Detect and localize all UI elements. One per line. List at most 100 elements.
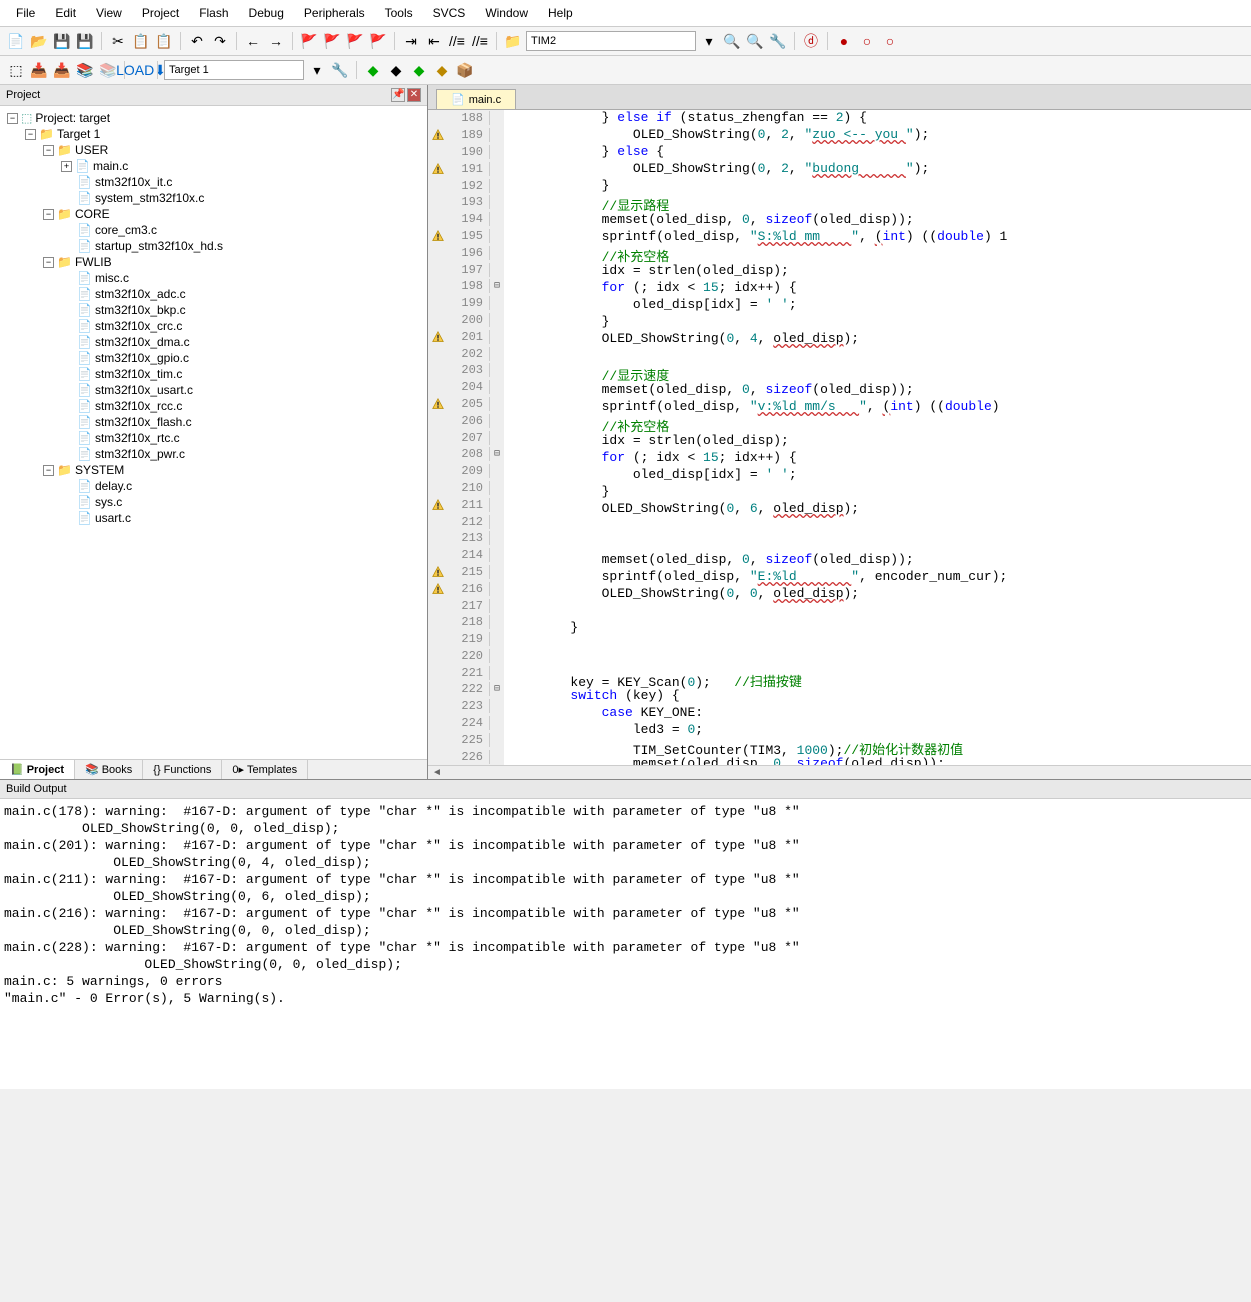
tree-file[interactable]: 📄 usart.c [4, 510, 423, 526]
tree-group-user[interactable]: −📁 USER [4, 142, 423, 158]
project-tree[interactable]: −⬚ Project: target−📁 Target 1−📁 USER+📄 m… [0, 106, 427, 759]
save-icon[interactable]: 💾 [52, 31, 72, 51]
code-line[interactable]: OLED_ShowString(0, 2, "zuo <-- you "); [508, 127, 1251, 144]
outdent-icon[interactable]: ⇤ [424, 31, 444, 51]
incremental-find-icon[interactable]: 🔍 [745, 31, 765, 51]
tree-file[interactable]: 📄 system_stm32f10x.c [4, 190, 423, 206]
code-line[interactable]: memset(oled_disp, 0, sizeof(oled_disp)); [508, 756, 1251, 765]
project-tab-books[interactable]: 📚Books [75, 760, 143, 779]
stop-build-icon[interactable]: 📚 [98, 60, 118, 80]
code-line[interactable]: //显示速度 [508, 365, 1251, 382]
code-line[interactable]: led3 = 0; [508, 722, 1251, 739]
gutter-marker[interactable] [428, 566, 448, 578]
tree-file[interactable]: 📄 sys.c [4, 494, 423, 510]
gutter-marker[interactable] [428, 583, 448, 595]
select-packs-icon[interactable]: ◆ [386, 60, 406, 80]
tree-toggle-icon[interactable]: − [43, 257, 54, 268]
find-input[interactable] [526, 31, 696, 51]
menu-tools[interactable]: Tools [377, 4, 421, 22]
gutter-marker[interactable] [428, 499, 448, 511]
code-line[interactable]: OLED_ShowString(0, 2, "budong "); [508, 161, 1251, 178]
code-line[interactable]: sprintf(oled_disp, "E:%ld ", encoder_num… [508, 569, 1251, 586]
tree-file[interactable]: 📄 stm32f10x_bkp.c [4, 302, 423, 318]
code-line[interactable]: //补充空格 [508, 246, 1251, 263]
fold-icon[interactable]: ⊟ [490, 683, 504, 695]
tree-group-core[interactable]: −📁 CORE [4, 206, 423, 222]
code-line[interactable]: key = KEY_Scan(0); //扫描按键 [508, 671, 1251, 688]
tree-toggle-icon[interactable]: − [43, 209, 54, 220]
gutter-marker[interactable] [428, 230, 448, 242]
code-line[interactable]: TIM_SetCounter(TIM3, 1000);//初始化计数器初值 [508, 739, 1251, 756]
tree-file[interactable]: 📄 core_cm3.c [4, 222, 423, 238]
code-line[interactable]: for (; idx < 15; idx++) { [508, 280, 1251, 297]
menu-svcs[interactable]: SVCS [425, 4, 474, 22]
editor-hscroll[interactable]: ◄ [428, 765, 1251, 779]
save-all-icon[interactable]: 💾 [75, 31, 95, 51]
tree-toggle-icon[interactable]: − [7, 113, 18, 124]
code-editor[interactable]: 188189190191192193194195196197198⊟199200… [428, 110, 1251, 765]
tree-file[interactable]: 📄 stm32f10x_usart.c [4, 382, 423, 398]
panel-close-icon[interactable]: ✕ [407, 88, 421, 102]
bookmark-icon[interactable]: 🚩 [299, 31, 319, 51]
panel-pin-icon[interactable]: 📌 [391, 88, 405, 102]
nav-fwd-icon[interactable]: → [266, 31, 286, 51]
code-line[interactable]: } [508, 620, 1251, 637]
code-line[interactable]: for (; idx < 15; idx++) { [508, 450, 1251, 467]
code-line[interactable]: //显示路程 [508, 195, 1251, 212]
code-line[interactable] [508, 348, 1251, 365]
code-line[interactable]: idx = strlen(oled_disp); [508, 263, 1251, 280]
gutter-marker[interactable] [428, 331, 448, 343]
fold-icon[interactable]: ⊟ [490, 280, 504, 292]
project-tab-functions[interactable]: {}Functions [143, 760, 222, 779]
menu-help[interactable]: Help [540, 4, 581, 22]
code-line[interactable] [508, 535, 1251, 552]
find-in-files-icon[interactable]: 🔍 [722, 31, 742, 51]
gutter-marker[interactable] [428, 163, 448, 175]
cut-icon[interactable]: ✂ [108, 31, 128, 51]
new-file-icon[interactable]: 📄 [6, 31, 26, 51]
editor-tab-main[interactable]: 📄 main.c [436, 89, 516, 109]
build-output[interactable]: main.c(178): warning: #167-D: argument o… [0, 799, 1251, 1089]
code-line[interactable]: } else { [508, 144, 1251, 161]
project-tab-templates[interactable]: 0▸Templates [222, 760, 308, 779]
code-line[interactable]: } [508, 484, 1251, 501]
target-select[interactable] [164, 60, 304, 80]
menu-file[interactable]: File [8, 4, 43, 22]
pack-manage-icon[interactable]: ◆ [432, 60, 452, 80]
tree-file[interactable]: 📄 stm32f10x_crc.c [4, 318, 423, 334]
redo-icon[interactable]: ↷ [210, 31, 230, 51]
tree-target[interactable]: −📁 Target 1 [4, 126, 423, 142]
nav-back-icon[interactable]: ← [243, 31, 263, 51]
tree-file[interactable]: 📄 misc.c [4, 270, 423, 286]
tree-file[interactable]: 📄 stm32f10x_pwr.c [4, 446, 423, 462]
paste-icon[interactable]: 📋 [154, 31, 174, 51]
bookmark-clear-icon[interactable]: 🚩 [368, 31, 388, 51]
tree-toggle-icon[interactable]: − [43, 465, 54, 476]
bookmark-next-icon[interactable]: 🚩 [345, 31, 365, 51]
tree-group-system[interactable]: −📁 SYSTEM [4, 462, 423, 478]
batch-build-icon[interactable]: 📚 [75, 60, 95, 80]
code-line[interactable]: OLED_ShowString(0, 0, oled_disp); [508, 586, 1251, 603]
breakpoint-enable-icon[interactable]: ○ [857, 31, 877, 51]
gutter-marker[interactable] [428, 398, 448, 410]
code-line[interactable] [508, 637, 1251, 654]
breakpoint-insert-icon[interactable]: ● [834, 31, 854, 51]
tools-icon[interactable]: 🔧 [768, 31, 788, 51]
breakpoint-disable-icon[interactable]: ○ [880, 31, 900, 51]
code-line[interactable]: memset(oled_disp, 0, sizeof(oled_disp)); [508, 382, 1251, 399]
tree-file[interactable]: 📄 stm32f10x_gpio.c [4, 350, 423, 366]
tree-toggle-icon[interactable]: − [43, 145, 54, 156]
indent-icon[interactable]: ⇥ [401, 31, 421, 51]
tree-file[interactable]: 📄 stm32f10x_tim.c [4, 366, 423, 382]
find-dropdown-icon[interactable]: ▾ [699, 31, 719, 51]
code-line[interactable]: OLED_ShowString(0, 4, oled_disp); [508, 331, 1251, 348]
code-line[interactable]: //补充空格 [508, 416, 1251, 433]
target-options-icon[interactable]: 🔧 [330, 60, 350, 80]
comment-icon[interactable]: //≡ [447, 31, 467, 51]
tree-file[interactable]: 📄 stm32f10x_it.c [4, 174, 423, 190]
manage-rte-icon[interactable]: ◆ [363, 60, 383, 80]
build-icon[interactable]: 📥 [29, 60, 49, 80]
menu-peripherals[interactable]: Peripherals [296, 4, 373, 22]
code-line[interactable]: switch (key) { [508, 688, 1251, 705]
code-line[interactable]: case KEY_ONE: [508, 705, 1251, 722]
